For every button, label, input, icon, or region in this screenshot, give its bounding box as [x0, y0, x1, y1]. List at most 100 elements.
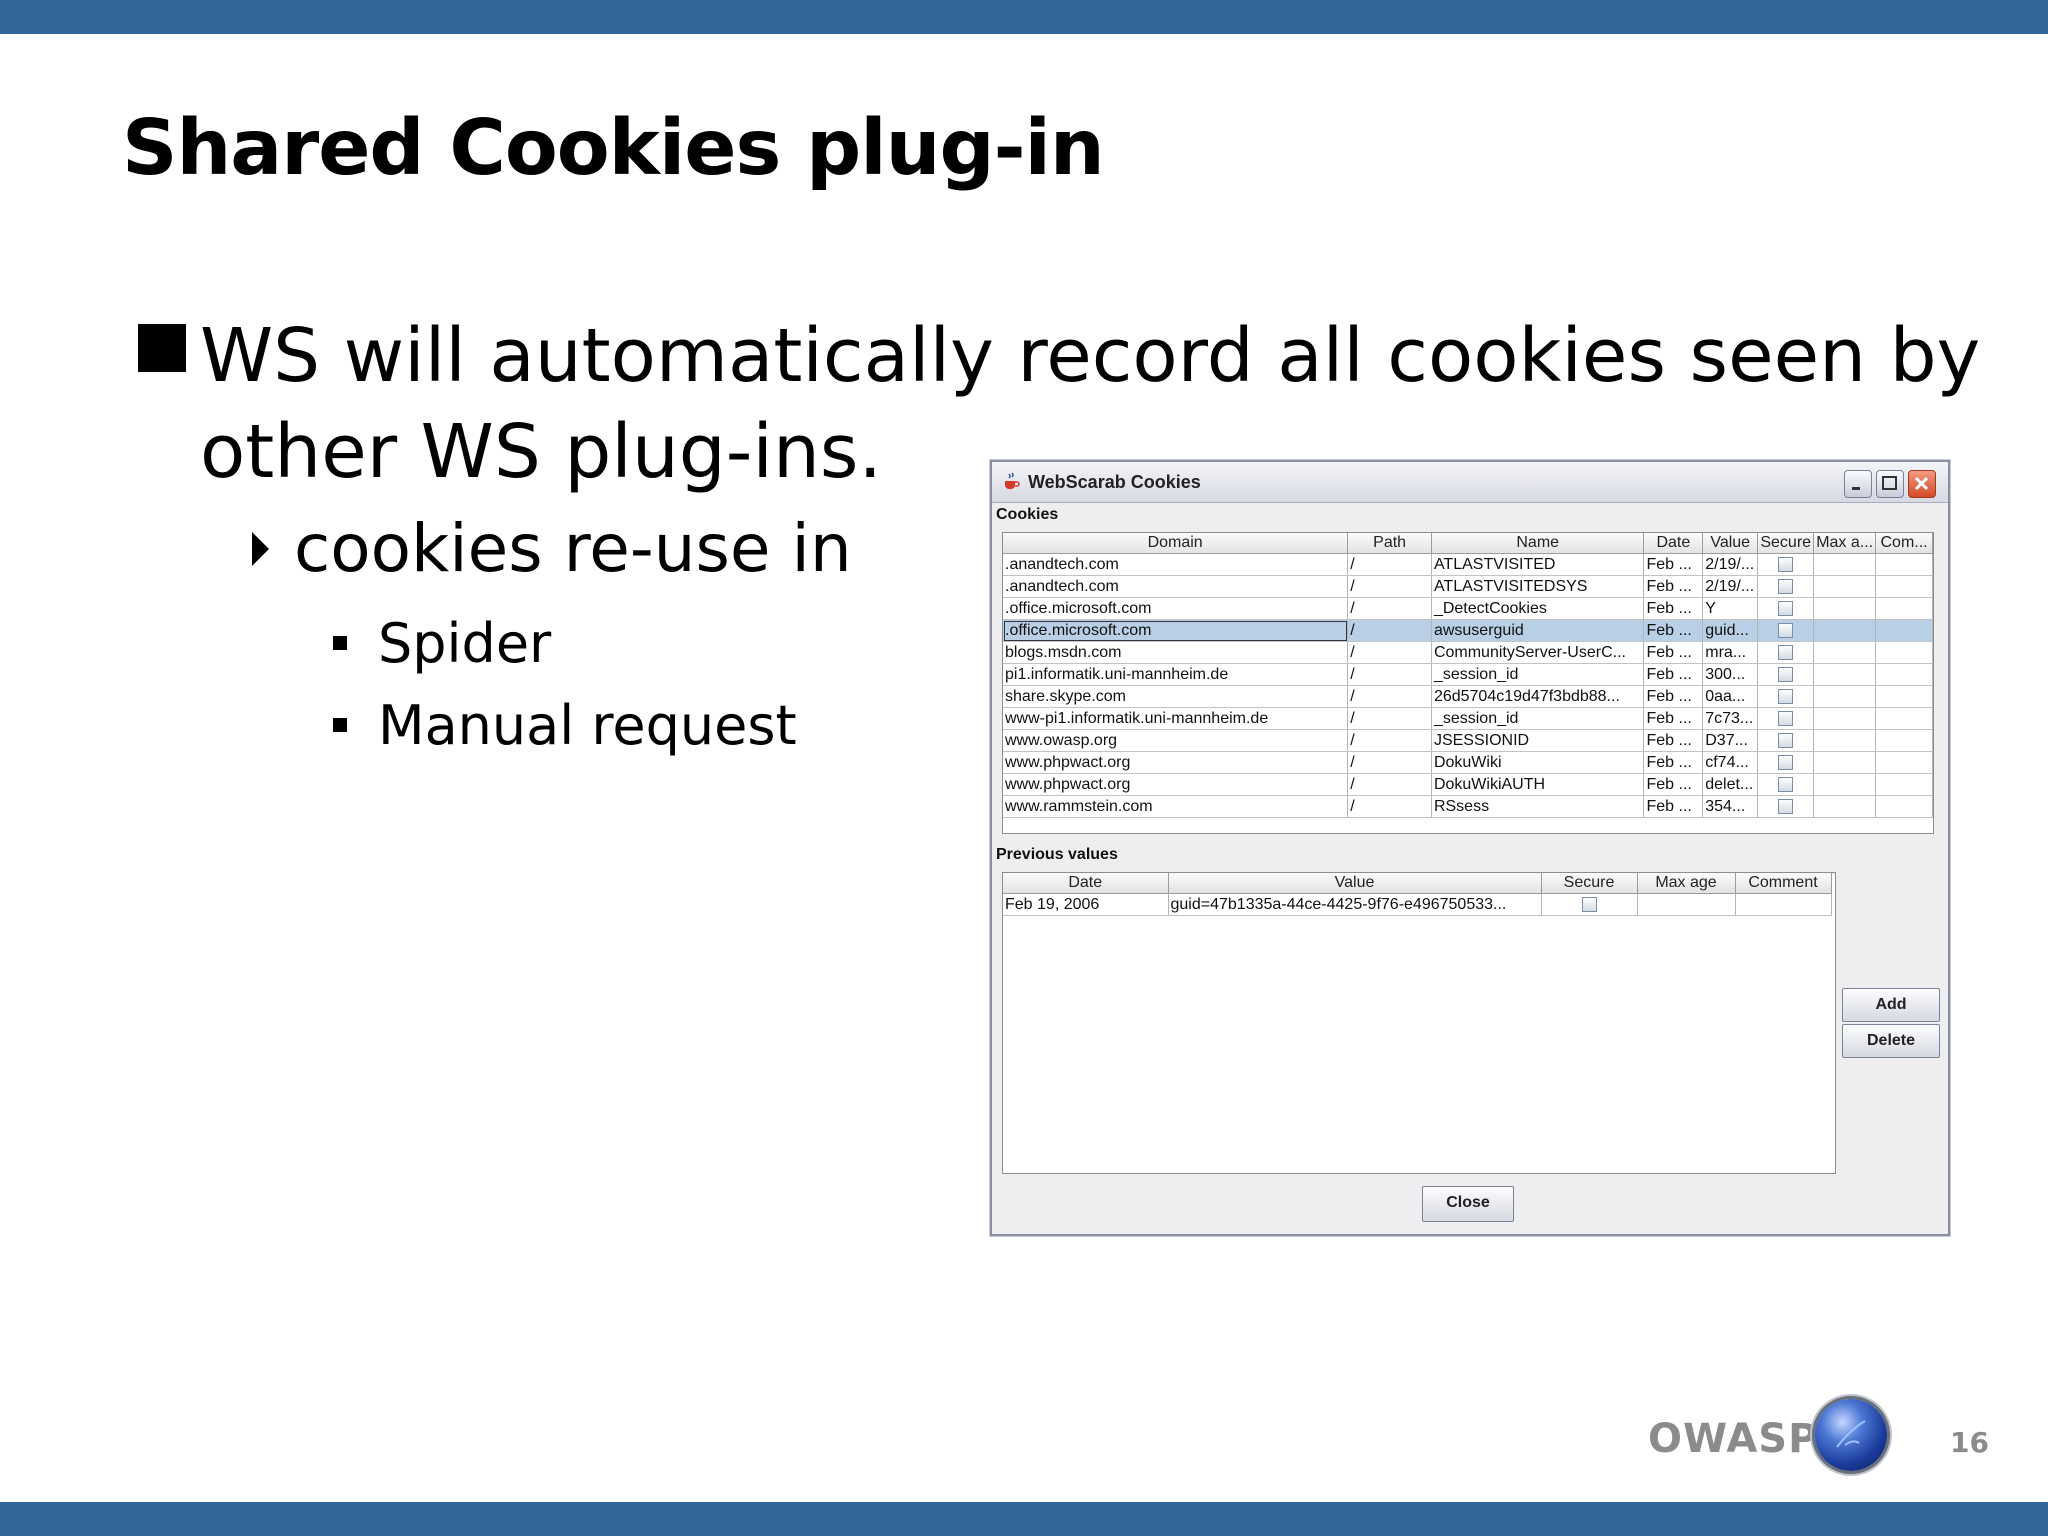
cell-value: guid...	[1702, 619, 1759, 642]
cell-domain: .office.microsoft.com	[1003, 619, 1349, 642]
column-header[interactable]: Com...	[1875, 533, 1933, 554]
add-button[interactable]: Add	[1842, 988, 1940, 1022]
cookies-table-panel[interactable]: Domain Path Name Date Value Secure Max a... Com…	[1002, 532, 1934, 834]
cell-path: /	[1347, 729, 1432, 752]
previous-values-label: Previous values	[996, 846, 1118, 863]
column-header[interactable]: Date	[1003, 873, 1169, 894]
table-row[interactable]: www-pi1.informatik.uni-mannheim.de / _sess…	[1003, 707, 1933, 730]
table-row[interactable]: www.phpwact.org / DokuWikiAUTH Feb ... delet…	[1003, 773, 1933, 796]
owasp-brand-text: OWASP	[1648, 1416, 1819, 1462]
column-header[interactable]: Value	[1168, 873, 1542, 894]
cell-secure	[1757, 619, 1815, 642]
secure-checkbox[interactable]	[1778, 578, 1794, 594]
cell-name: JSESSIONID	[1431, 729, 1645, 752]
secure-checkbox[interactable]	[1778, 666, 1794, 682]
column-header[interactable]: Max age	[1637, 873, 1736, 894]
cell-name: ATLASTVISITEDSYS	[1431, 575, 1645, 598]
column-header[interactable]: Date	[1643, 533, 1704, 554]
cell-name: RSsess	[1431, 795, 1645, 818]
table-row[interactable]: www.rammstein.com / RSsess Feb ... 354...	[1003, 795, 1933, 818]
table-row[interactable]: www.owasp.org / JSESSIONID Feb ... D37...	[1003, 729, 1933, 752]
previous-values-panel[interactable]: Date Value Secure Max age Comment Feb 19, 20…	[1002, 872, 1836, 1174]
cell-secure	[1757, 795, 1815, 818]
secure-checkbox[interactable]	[1778, 732, 1794, 748]
cell-domain: blogs.msdn.com	[1003, 641, 1349, 664]
cell-date: Feb ...	[1643, 641, 1704, 664]
secure-checkbox[interactable]	[1778, 556, 1794, 572]
close-button[interactable]: Close	[1422, 1186, 1514, 1222]
cell-comment	[1875, 773, 1933, 796]
column-header[interactable]: Value	[1702, 533, 1759, 554]
secure-checkbox[interactable]	[1778, 688, 1794, 704]
cell-value: cf74...	[1702, 751, 1759, 774]
cell-secure	[1757, 597, 1815, 620]
minimize-button[interactable]	[1844, 470, 1872, 498]
cookies-table[interactable]: Domain Path Name Date Value Secure Max a... Com…	[1003, 533, 1933, 818]
table-row[interactable]: Feb 19, 2006 guid=47b1335a-44ce-4425-9f76…	[1003, 893, 1832, 916]
cell-path: /	[1347, 707, 1432, 730]
cell-max-age	[1813, 751, 1877, 774]
cell-domain: pi1.informatik.uni-mannheim.de	[1003, 663, 1349, 686]
webscarab-cookies-window: WebScarab Cookies Cookies Domain Path Name…	[990, 460, 1950, 1236]
table-row[interactable]: share.skype.com/26d5704c19d47f3bdb88... F…	[1003, 685, 1933, 708]
cell-path: /	[1347, 575, 1432, 598]
secure-checkbox[interactable]	[1778, 600, 1794, 616]
column-header[interactable]: Name	[1431, 533, 1645, 554]
secure-checkbox[interactable]	[1778, 622, 1794, 638]
cell-date: Feb ...	[1643, 575, 1704, 598]
cell-comment	[1875, 575, 1933, 598]
table-row[interactable]: .office.microsoft.com / awsuserguid Feb ...…	[1003, 619, 1933, 642]
java-cup-icon	[1005, 472, 1020, 489]
window-titlebar[interactable]: WebScarab Cookies	[992, 462, 1948, 503]
maximize-button[interactable]	[1876, 470, 1904, 498]
column-header[interactable]: Comment	[1735, 873, 1832, 894]
table-row[interactable]: .office.microsoft.com / _DetectCookies Feb …	[1003, 597, 1933, 620]
cell-value: D37...	[1702, 729, 1759, 752]
column-header[interactable]: Secure	[1757, 533, 1815, 554]
close-window-button[interactable]	[1908, 470, 1936, 498]
cell-secure	[1757, 641, 1815, 664]
cell-secure	[1757, 729, 1815, 752]
cell-max-age	[1813, 597, 1877, 620]
cell-date: Feb ...	[1643, 619, 1704, 642]
cell-value: 7c73...	[1702, 707, 1759, 730]
table-row[interactable]: .anandtech.com / ATLASTVISITED Feb ... 2/19/…	[1003, 553, 1933, 576]
secure-checkbox[interactable]	[1778, 710, 1794, 726]
cell-comment	[1875, 663, 1933, 686]
slide-title: Shared Cookies plug-in	[122, 104, 1105, 193]
previous-values-table[interactable]: Date Value Secure Max age Comment Feb 19, 20…	[1003, 873, 1832, 916]
cell-date: Feb ...	[1643, 553, 1704, 576]
column-header[interactable]: Domain	[1003, 533, 1349, 554]
cell-max-age	[1813, 553, 1877, 576]
cell-value: guid=47b1335a-44ce-4425-9f76-e496750533.…	[1168, 893, 1542, 916]
cell-comment	[1875, 641, 1933, 664]
secure-checkbox[interactable]	[1778, 776, 1794, 792]
top-accent-bar	[0, 0, 2048, 34]
table-row[interactable]: pi1.informatik.uni-mannheim.de / _session_…	[1003, 663, 1933, 686]
cell-date: Feb ...	[1643, 663, 1704, 686]
cell-date: Feb ...	[1643, 597, 1704, 620]
table-row[interactable]: .anandtech.com / ATLASTVISITEDSYS Feb ... 2/…	[1003, 575, 1933, 598]
cell-comment	[1875, 707, 1933, 730]
secure-checkbox[interactable]	[1778, 754, 1794, 770]
cell-date: Feb ...	[1643, 685, 1704, 708]
cell-comment	[1875, 553, 1933, 576]
cell-value: delet...	[1702, 773, 1759, 796]
secure-checkbox[interactable]	[1581, 896, 1597, 912]
window-title: WebScarab Cookies	[1028, 472, 1201, 492]
page-number: 16	[1950, 1426, 1989, 1459]
cell-path: /	[1347, 663, 1432, 686]
delete-button[interactable]: Delete	[1842, 1024, 1940, 1058]
small-square-bullet-icon	[333, 718, 347, 732]
column-header[interactable]: Max a...	[1813, 533, 1877, 554]
cell-secure	[1757, 773, 1815, 796]
cell-path: /	[1347, 685, 1432, 708]
table-row[interactable]: blogs.msdn.com / CommunityServer-UserC... F…	[1003, 641, 1933, 664]
secure-checkbox[interactable]	[1778, 798, 1794, 814]
cell-name: _session_id	[1431, 663, 1645, 686]
secure-checkbox[interactable]	[1778, 644, 1794, 660]
table-row[interactable]: www.phpwact.org / DokuWiki Feb ... cf74...	[1003, 751, 1933, 774]
column-header[interactable]: Path	[1347, 533, 1432, 554]
column-header[interactable]: Secure	[1541, 873, 1638, 894]
cell-max-age	[1813, 641, 1877, 664]
